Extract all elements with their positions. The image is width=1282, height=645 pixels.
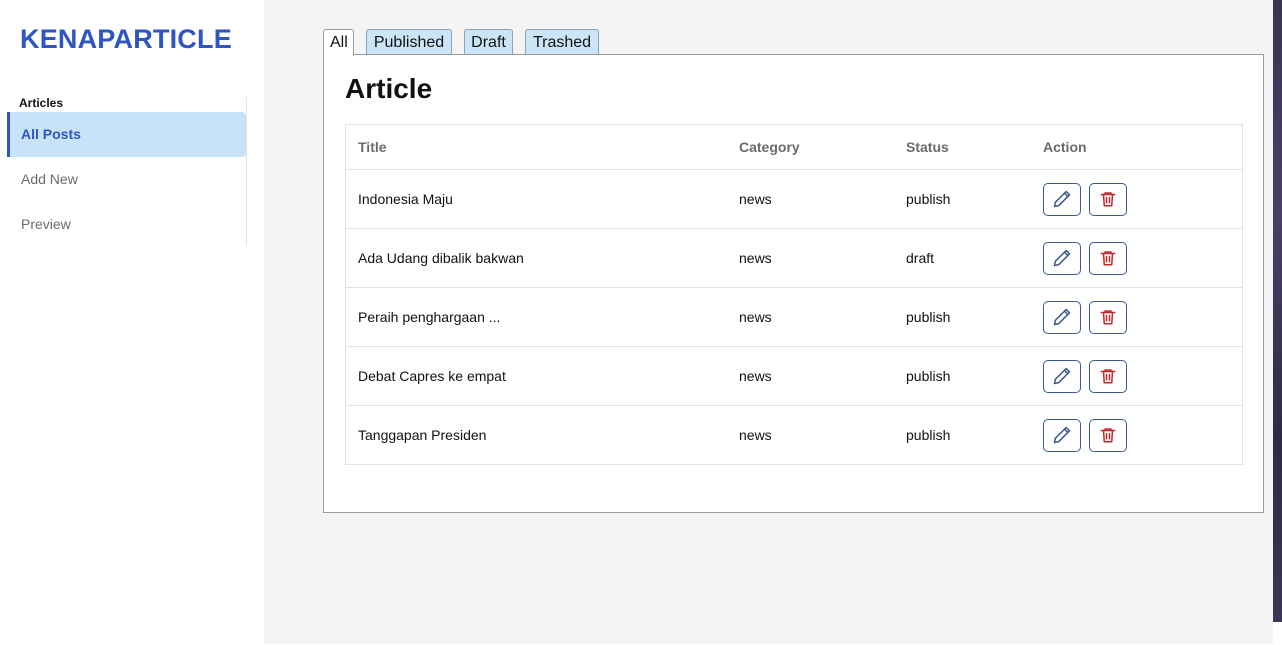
row-actions [1043, 406, 1127, 464]
brand-logo[interactable]: KENAPARTICLE [20, 24, 232, 55]
pencil-icon [1053, 367, 1071, 385]
row-actions [1043, 288, 1127, 346]
table-row: Ada Udang dibalik bakwan news draft [346, 229, 1242, 288]
table-row: Tanggapan Presiden news publish [346, 406, 1242, 464]
column-header-title: Title [358, 139, 387, 155]
article-title: Debat Capres ke empat [358, 368, 506, 384]
article-status: publish [906, 309, 951, 325]
page-title: Article [345, 73, 433, 104]
edit-button[interactable] [1043, 300, 1081, 334]
article-panel: Article Title Category Status Action Ind… [323, 54, 1264, 513]
pencil-icon [1053, 190, 1071, 208]
article-category: news [739, 368, 772, 384]
pencil-icon [1053, 426, 1071, 444]
trash-icon [1100, 310, 1116, 325]
delete-button[interactable] [1089, 300, 1127, 334]
tab-draft[interactable]: Draft [464, 29, 513, 54]
page: KENAPARTICLE Articles All Posts Add New … [0, 0, 1282, 645]
sidebar-item-add-new[interactable]: Add New [7, 157, 246, 202]
article-title: Tanggapan Presiden [358, 427, 487, 443]
nav-divider [246, 97, 247, 246]
delete-button[interactable] [1089, 418, 1127, 452]
pencil-icon [1053, 249, 1071, 267]
edit-button[interactable] [1043, 241, 1081, 275]
row-actions [1043, 347, 1127, 405]
column-header-status: Status [906, 139, 949, 155]
articles-table: Title Category Status Action Indonesia M… [345, 124, 1243, 465]
table-row: Debat Capres ke empat news publish [346, 347, 1242, 406]
pencil-icon [1053, 308, 1071, 326]
table-row: Indonesia Maju news publish [346, 170, 1242, 229]
article-title: Ada Udang dibalik bakwan [358, 250, 524, 266]
article-status: publish [906, 191, 951, 207]
sidebar-nav: All Posts Add New Preview [7, 112, 246, 247]
tab-published[interactable]: Published [366, 29, 452, 54]
edit-button[interactable] [1043, 359, 1081, 393]
sidebar-item-preview[interactable]: Preview [7, 202, 246, 247]
row-actions [1043, 170, 1127, 228]
sidebar: KENAPARTICLE Articles All Posts Add New … [0, 0, 264, 645]
trash-icon [1100, 369, 1116, 384]
article-status: publish [906, 427, 951, 443]
main-content: All Published Draft Trashed Article Titl… [264, 0, 1273, 644]
article-category: news [739, 250, 772, 266]
column-header-category: Category [739, 139, 800, 155]
edit-button[interactable] [1043, 182, 1081, 216]
column-header-action: Action [1043, 139, 1087, 155]
article-status: draft [906, 250, 935, 266]
article-title: Peraih penghargaan ... [358, 309, 501, 325]
table-header: Title Category Status Action [346, 125, 1242, 170]
background-window-edge [1273, 0, 1282, 622]
article-status: publish [906, 368, 951, 384]
article-category: news [739, 191, 772, 207]
table-row: Peraih penghargaan ... news publish [346, 288, 1242, 347]
tab-trashed[interactable]: Trashed [525, 29, 599, 54]
delete-button[interactable] [1089, 182, 1127, 216]
article-title: Indonesia Maju [358, 191, 453, 207]
delete-button[interactable] [1089, 359, 1127, 393]
nav-section-label: Articles [19, 96, 64, 110]
article-category: news [739, 309, 772, 325]
row-actions [1043, 229, 1127, 287]
sidebar-item-all-posts[interactable]: All Posts [7, 112, 246, 157]
trash-icon [1100, 251, 1116, 266]
trash-icon [1100, 192, 1116, 207]
delete-button[interactable] [1089, 241, 1127, 275]
tab-all[interactable]: All [323, 29, 354, 56]
edit-button[interactable] [1043, 418, 1081, 452]
trash-icon [1100, 428, 1116, 443]
article-category: news [739, 427, 772, 443]
